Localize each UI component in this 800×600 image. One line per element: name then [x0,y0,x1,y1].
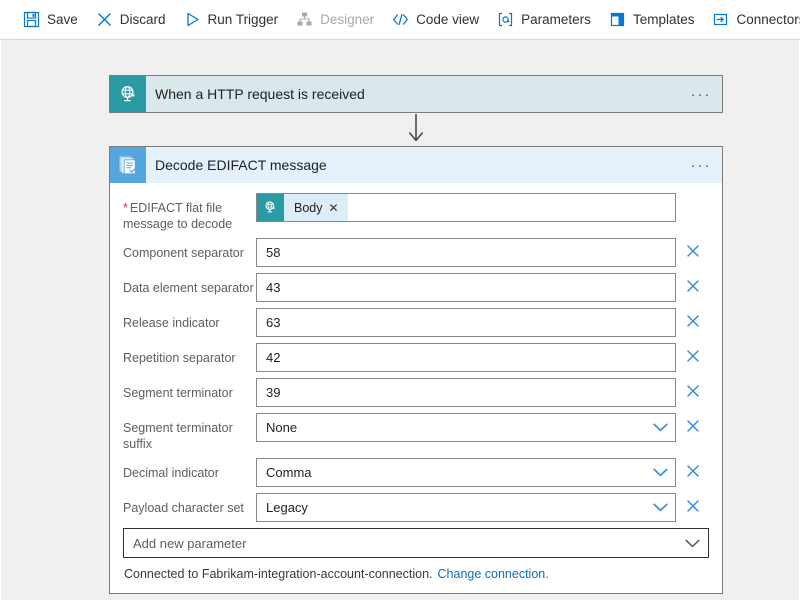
trigger-card-title: When a HTTP request is received [155,86,365,102]
toolbar: Save Discard Run Trigger Designer Code v… [0,0,800,40]
data-element-separator-input[interactable]: 43 [256,273,676,302]
toolbar-item-code-view[interactable]: Code view [383,5,488,35]
toolbar-item-designer[interactable]: Designer [287,5,383,35]
decimal-indicator-select[interactable]: Comma [256,458,676,487]
field-row: Release indicator 63 [123,308,709,337]
toolbar-item-templates[interactable]: Templates [600,5,704,35]
field-row: Segment terminator suffix None [123,413,709,452]
action-card-body: * EDIFACT flat file message to decode Bo… [110,183,722,593]
field-label-repetition-separator: Repetition separator [123,351,236,365]
release-indicator-input[interactable]: 63 [256,308,676,337]
connectors-icon [712,11,729,28]
http-globe-icon [257,194,284,221]
toolbar-item-designer-label: Designer [320,12,375,27]
toolbar-item-connectors[interactable]: Connectors [703,5,800,35]
designer-icon [296,11,313,28]
delete-row-icon[interactable] [676,413,709,433]
delete-row-icon[interactable] [676,308,709,328]
component-separator-input[interactable]: 58 [256,238,676,267]
field-label-segment-terminator-suffix: Segment terminator suffix [123,421,233,451]
field-control-repetition-separator: 42 [256,343,676,372]
save-icon [23,11,40,28]
field-label-segment-terminator: Segment terminator [123,386,233,400]
discard-icon [96,11,113,28]
delete-row-icon[interactable] [676,458,709,478]
trigger-card-header[interactable]: When a HTTP request is received ··· [110,76,722,112]
delete-row-icon[interactable] [676,273,709,293]
edifact-documents-icon [110,147,146,183]
delete-row-icon[interactable] [676,378,709,398]
toolbar-item-run-trigger[interactable]: Run Trigger [175,5,288,35]
connection-status-text: Connected to Fabrikam-integration-accoun… [124,567,433,581]
toolbar-item-save[interactable]: Save [14,5,87,35]
connection-status: Connected to Fabrikam-integration-accoun… [123,567,709,581]
toolbar-item-code-view-label: Code view [416,12,480,27]
action-card-title: Decode EDIFACT message [155,157,327,173]
field-label-release-indicator: Release indicator [123,316,220,330]
toolbar-item-templates-label: Templates [632,12,695,27]
field-row: Repetition separator 42 [123,343,709,372]
field-control-release-indicator: 63 [256,308,676,337]
toolbar-item-connectors-label: Connectors [736,12,800,27]
field-row: Payload character set Legacy [123,493,709,522]
field-row: Decimal indicator Comma [123,458,709,487]
templates-icon [609,11,626,28]
action-card-header[interactable]: Decode EDIFACT message ··· [110,147,722,183]
trigger-card-menu-button[interactable]: ··· [680,87,722,102]
field-label-payload-character-set: Payload character set [123,501,244,515]
toolbar-item-save-label: Save [47,12,78,27]
field-label-component-separator: Component separator [123,246,244,260]
field-control-data-element-separator: 43 [256,273,676,302]
body-token-remove-icon[interactable]: ✕ [329,201,348,215]
toolbar-item-discard-label: Discard [119,12,166,27]
field-row: Segment terminator 39 [123,378,709,407]
field-label-decimal-indicator: Decimal indicator [123,466,219,480]
trigger-card[interactable]: When a HTTP request is received ··· [109,75,723,113]
field-label-data-element-separator: Data element separator [123,281,254,295]
field-control-payload-character-set: Legacy [256,493,676,522]
add-new-parameter-row: Add new parameter [123,528,709,558]
repetition-separator-input[interactable]: 42 [256,343,676,372]
parameters-icon [497,11,514,28]
field-row: * EDIFACT flat file message to decode Bo… [123,193,709,232]
field-row: Component separator 58 [123,238,709,267]
field-control-edifact-message: Body ✕ [256,193,676,222]
field-control-segment-terminator: 39 [256,378,676,407]
code-view-icon [392,11,409,28]
field-control-component-separator: 58 [256,238,676,267]
run-icon [184,11,201,28]
toolbar-item-parameters-label: Parameters [521,12,591,27]
designer-canvas: When a HTTP request is received ··· Deco… [0,40,800,600]
required-marker: * [123,201,128,215]
add-new-parameter-select[interactable]: Add new parameter [123,528,709,558]
delete-row-icon[interactable] [676,343,709,363]
action-card[interactable]: Decode EDIFACT message ··· * EDIFACT flat… [109,146,723,594]
toolbar-item-run-trigger-label: Run Trigger [207,12,279,27]
field-label-edifact-message: * EDIFACT flat file message to decode [123,201,233,231]
delete-row-icon[interactable] [676,493,709,513]
action-card-menu-button[interactable]: ··· [680,158,722,173]
field-control-segment-terminator-suffix: None [256,413,676,442]
field-row: Data element separator 43 [123,273,709,302]
field-control-decimal-indicator: Comma [256,458,676,487]
flow-arrow-connector [109,113,723,146]
body-token-label: Body [294,200,323,215]
toolbar-item-discard[interactable]: Discard [87,5,175,35]
toolbar-item-parameters[interactable]: Parameters [488,5,600,35]
delete-row-icon[interactable] [676,238,709,258]
segment-terminator-suffix-select[interactable]: None [256,413,676,442]
segment-terminator-input[interactable]: 39 [256,378,676,407]
payload-character-set-select[interactable]: Legacy [256,493,676,522]
http-globe-icon [110,76,146,112]
body-token[interactable]: Body ✕ [257,194,348,221]
edifact-message-input[interactable]: Body ✕ [256,193,676,222]
change-connection-link[interactable]: Change connection. [438,567,549,581]
